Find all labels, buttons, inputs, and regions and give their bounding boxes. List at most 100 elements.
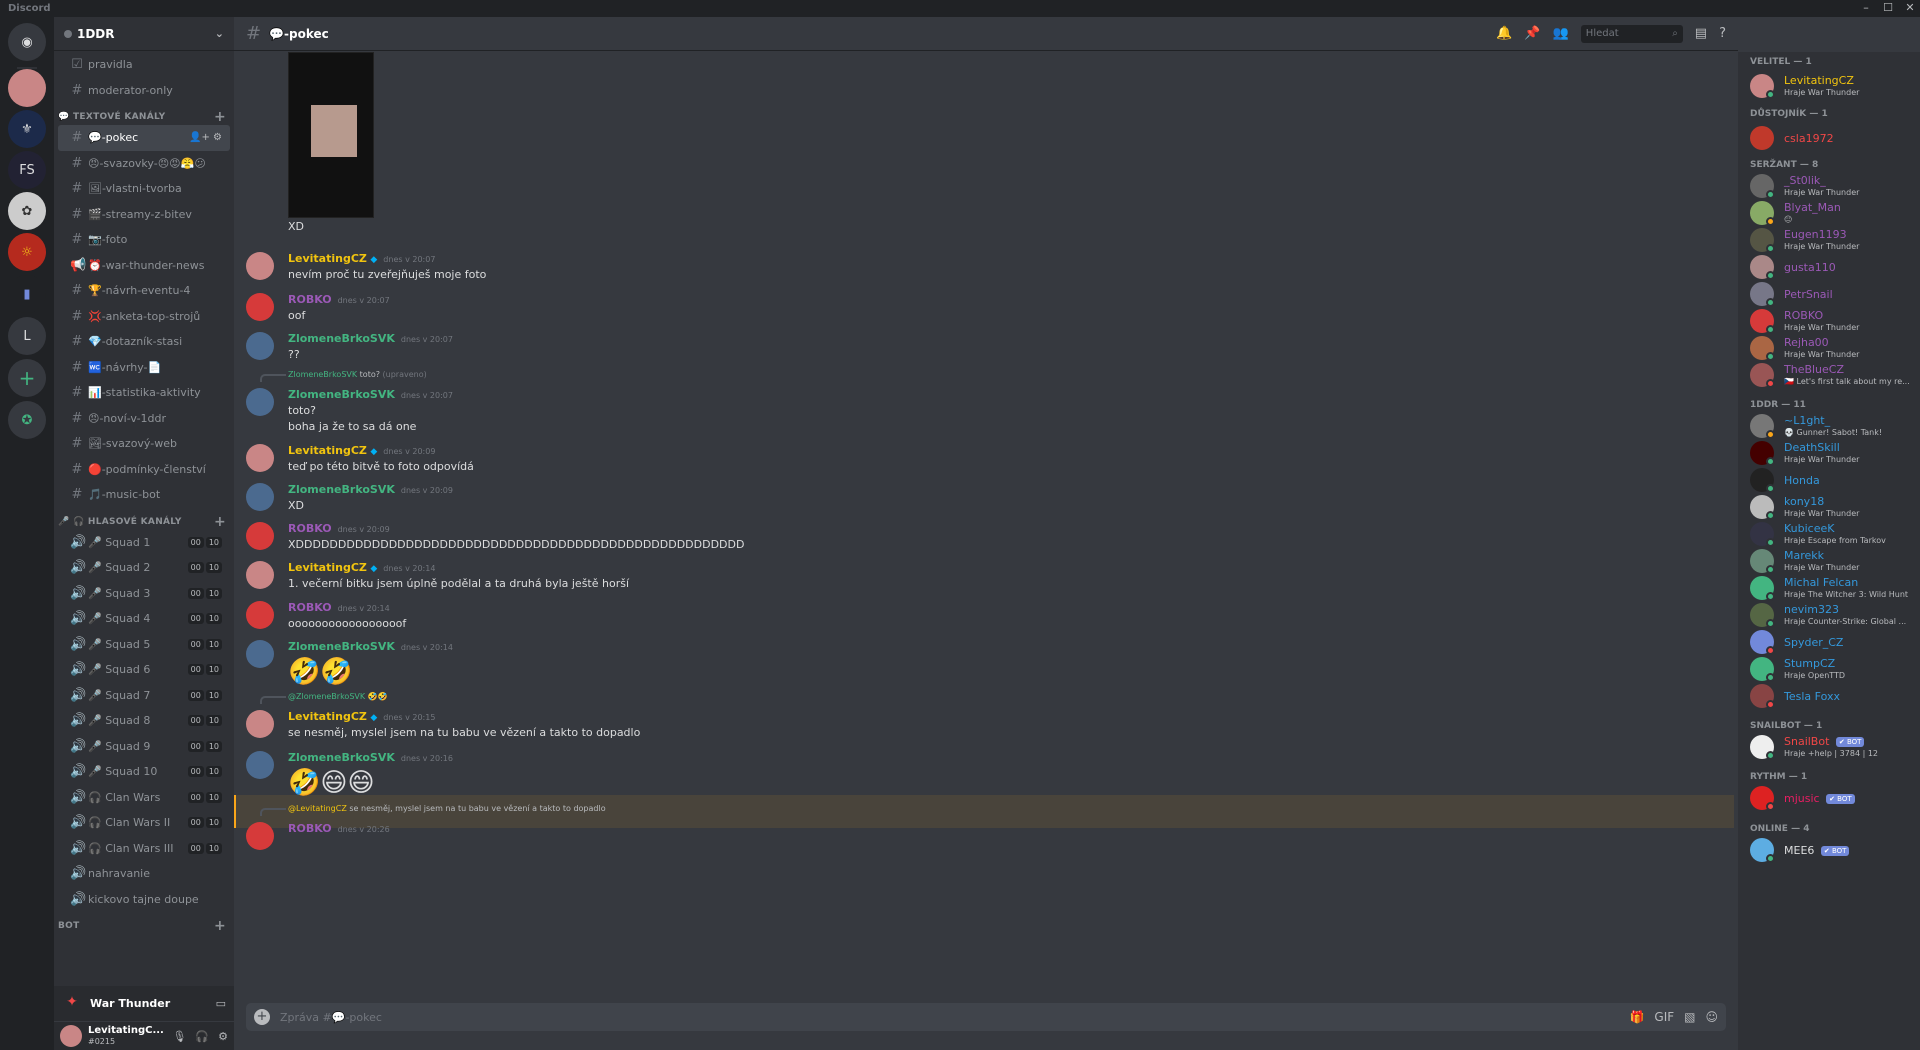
avatar[interactable] (246, 388, 274, 416)
discord-home-icon[interactable]: ◉ (8, 23, 46, 61)
category-text-channels[interactable]: 💬 TEXTOVÉ KANÁLY + (54, 103, 234, 125)
channel-item[interactable]: # 🎬-streamy-z-bitev (58, 202, 230, 228)
channel-item[interactable]: 📢 ⏰-war-thunder-news (58, 253, 230, 279)
help-icon[interactable]: ? (1719, 26, 1726, 41)
avatar[interactable] (246, 640, 274, 668)
message-author[interactable]: ROBKO (288, 822, 332, 835)
avatar[interactable] (246, 751, 274, 779)
voice-channel-item[interactable]: 🔊 🎤 Squad 5 00 10 (58, 632, 230, 658)
channel-item[interactable]: # 💢-anketa-top-strojů (58, 304, 230, 330)
voice-channel-item[interactable]: 🔊 🎧 Clan Wars III 00 10 (58, 836, 230, 862)
member-item[interactable]: gusta110 (1750, 253, 1914, 281)
reply-preview[interactable]: @ZlomeneBrkoSVK 🤣🤣 (288, 692, 388, 701)
category-voice-channels[interactable]: 🎤 🎧 HLASOVÉ KANÁLY + (54, 508, 234, 530)
attach-plus-icon[interactable]: + (254, 1009, 270, 1025)
message-author[interactable]: LevitatingCZ (288, 252, 367, 265)
server-icon-emblem[interactable]: ✿ (8, 192, 46, 230)
member-item[interactable]: Rejha00 Hraje War Thunder (1750, 334, 1914, 362)
member-item[interactable]: csla1972 (1750, 124, 1914, 152)
member-item[interactable]: kony18 Hraje War Thunder (1750, 493, 1914, 521)
settings-gear-icon[interactable]: ⚙ (218, 1030, 228, 1043)
channel-item[interactable]: # moderator-only (58, 78, 230, 104)
avatar[interactable] (246, 522, 274, 550)
member-item[interactable]: Michal Felcan Hraje The Witcher 3: Wild … (1750, 574, 1914, 602)
message-author[interactable]: ZlomeneBrkoSVK (288, 640, 395, 653)
gif-icon[interactable]: GIF (1654, 1010, 1674, 1024)
member-item[interactable]: Honda (1750, 466, 1914, 494)
microphone-icon[interactable]: 🎙 (172, 1030, 186, 1043)
add-channel-icon[interactable]: + (214, 515, 226, 529)
voice-channel-item[interactable]: 🔊 🎤 Squad 6 00 10 (58, 657, 230, 683)
server-icon-fs[interactable]: FS (8, 151, 46, 189)
voice-channel-item[interactable]: 🔊 🎤 Squad 2 00 10 (58, 555, 230, 581)
add-channel-icon[interactable]: + (214, 110, 226, 124)
member-item[interactable]: PetrSnail (1750, 280, 1914, 308)
member-item[interactable]: nevim323 Hraje Counter-Strike: Global ..… (1750, 601, 1914, 629)
member-item[interactable]: Marekk Hraje War Thunder (1750, 547, 1914, 575)
member-item[interactable]: Blyat_Man 😐 (1750, 199, 1914, 227)
server-icon-1ddr[interactable]: ☼ (8, 233, 46, 271)
avatar[interactable] (246, 483, 274, 511)
voice-channel-item[interactable]: 🔊 🎤 Squad 1 00 10 (58, 530, 230, 556)
voice-channel-item[interactable]: 🔊 kickovo tajne doupe (58, 887, 230, 913)
avatar[interactable] (246, 601, 274, 629)
channel-settings-icon[interactable]: 👤+ ⚙ (189, 132, 222, 143)
member-item[interactable]: Eugen1193 Hraje War Thunder (1750, 226, 1914, 254)
search-input[interactable]: Hledat ⌕ (1580, 24, 1683, 43)
channel-item[interactable]: # 🎵-music-bot (58, 482, 230, 508)
member-item[interactable]: Tesla Foxx (1750, 682, 1914, 710)
guild-header[interactable]: 1DDR ⌄ (54, 17, 234, 51)
voice-channel-item[interactable]: 🔊 🎤 Squad 4 00 10 (58, 606, 230, 632)
member-item[interactable]: StumpCZ Hraje OpenTTD (1750, 655, 1914, 683)
message-author[interactable]: ZlomeneBrkoSVK (288, 388, 395, 401)
voice-channel-item[interactable]: 🔊 🎤 Squad 7 00 10 (58, 683, 230, 709)
member-item[interactable]: SnailBot ✔ BOT Hraje +help | 3784 | 12 (1750, 733, 1914, 761)
member-item[interactable]: _St0lik_ Hraje War Thunder (1750, 172, 1914, 200)
channel-item[interactable]: # 😠-noví-v-1ddr (58, 406, 230, 432)
voice-channel-item[interactable]: 🔊 🎤 Squad 8 00 10 (58, 708, 230, 734)
channel-item[interactable]: # 😠-svazovky-😠😡😤😕 (58, 151, 230, 177)
message-author[interactable]: ROBKO (288, 522, 332, 535)
channel-item[interactable]: # 🚾-návrhy-📄 (58, 355, 230, 381)
headphones-icon[interactable]: 🎧 (195, 1030, 209, 1043)
message-author[interactable]: ROBKO (288, 293, 332, 306)
message-composer[interactable]: + Zpráva #💬-pokec 🎁 GIF ▧ ☺ (246, 1003, 1726, 1031)
voice-channel-item[interactable]: 🔊 🎤 Squad 10 00 10 (58, 759, 230, 785)
channel-item[interactable]: ☑ pravidla (58, 52, 230, 78)
sticker-icon[interactable]: ▧ (1684, 1010, 1695, 1024)
avatar[interactable] (246, 561, 274, 589)
gift-icon[interactable]: 🎁 (1629, 1010, 1644, 1024)
image-attachment[interactable] (288, 52, 374, 218)
server-icon-wings[interactable]: ⚜ (8, 110, 46, 148)
message-author[interactable]: ZlomeneBrkoSVK (288, 483, 395, 496)
server-icon-l[interactable]: L (8, 317, 46, 355)
avatar[interactable] (246, 822, 274, 850)
category-bot[interactable]: BOT + (54, 912, 234, 934)
member-item[interactable]: mjusic ✔ BOT (1750, 784, 1914, 812)
avatar[interactable] (246, 332, 274, 360)
member-item[interactable]: MEE6 ✔ BOT (1750, 836, 1914, 864)
add-server-icon[interactable]: + (8, 359, 46, 397)
voice-channel-item[interactable]: 🔊 🎧 Clan Wars II 00 10 (58, 810, 230, 836)
channel-item[interactable]: # 📊-statistika-aktivity (58, 380, 230, 406)
add-channel-icon[interactable]: + (214, 919, 226, 933)
member-item[interactable]: TheBlueCZ 🇨🇿 Let's first talk about my r… (1750, 361, 1914, 389)
channel-item[interactable]: # 📷-foto (58, 227, 230, 253)
avatar[interactable] (246, 444, 274, 472)
member-item[interactable]: KubiceeK Hraje Escape from Tarkov (1750, 520, 1914, 548)
message-author[interactable]: LevitatingCZ (288, 561, 367, 574)
message-author[interactable]: LevitatingCZ (288, 444, 367, 457)
members-icon[interactable]: 👥 (1553, 26, 1569, 41)
reply-preview[interactable]: @LevitatingCZ se nesměj, myslel jsem na … (288, 804, 606, 813)
server-icon-anketa-bot[interactable]: ▮ (8, 275, 46, 313)
member-item[interactable]: LevitatingCZ Hraje War Thunder (1750, 72, 1914, 100)
screen-share-icon[interactable]: ▭ (216, 997, 226, 1010)
member-item[interactable]: ~L1ght_ 💀 Gunner! Sabot! Tank! (1750, 412, 1914, 440)
explore-servers-icon[interactable]: ✪ (8, 401, 46, 439)
maximize-icon[interactable]: ☐ (1878, 1, 1898, 14)
member-item[interactable]: Spyder_CZ (1750, 628, 1914, 656)
emoji-icon[interactable]: ☺ (1705, 1010, 1718, 1024)
channel-item[interactable]: # 🏆-návrh-eventu-4 (58, 278, 230, 304)
bell-icon[interactable]: 🔔 (1496, 26, 1512, 41)
channel-item[interactable]: # 💬-pokec 👤+ ⚙ (58, 125, 230, 151)
